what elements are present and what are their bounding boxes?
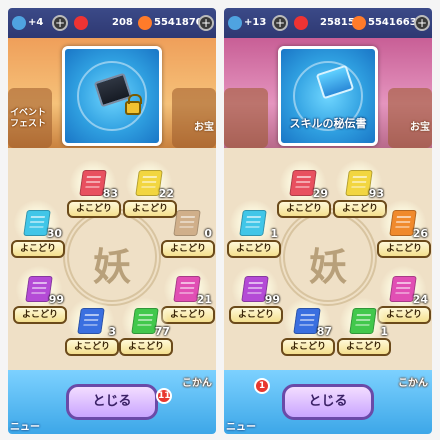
notification-badge: 1 [254, 378, 270, 394]
item-count: 24 [412, 293, 428, 306]
scroll-icon [173, 210, 201, 236]
scroll-icon [239, 210, 267, 236]
yokai-emblem: 妖 [63, 208, 161, 306]
scroll-icon [77, 308, 105, 334]
steal-button[interactable]: よこどり [119, 338, 173, 356]
item-count: 93 [368, 187, 384, 200]
steal-button[interactable]: よこどり [161, 240, 215, 258]
steal-button[interactable]: よこどり [227, 240, 281, 258]
item-board: 妖 83 よこどり 22 よこどり 30 よこどり 0 よこどり 99 よこどり… [8, 148, 216, 370]
panel-right: +13 + 25815 5541663 + お宝 スキルの秘伝書 妖 29 よこ… [224, 8, 432, 434]
medal-icon [74, 16, 88, 30]
money-icon [138, 16, 152, 30]
money-count: 5541870 [154, 17, 203, 28]
screen: +4 + 208 5541870 + イベント フェスト お宝 妖 83 よこど… [0, 0, 440, 440]
panel-left: +4 + 208 5541870 + イベント フェスト お宝 妖 83 よこど… [8, 8, 216, 434]
menu-label[interactable]: ニュー [226, 418, 256, 433]
medal-icon [294, 16, 308, 30]
notification-badge: 11 [156, 388, 172, 404]
item-slot: 87 よこどり [278, 298, 338, 360]
item-slot: 99 よこどり [10, 266, 70, 328]
status-left-value: +4 [28, 17, 44, 28]
event-label[interactable]: イベント フェスト [10, 108, 54, 130]
treasure-badge[interactable]: お宝 [194, 118, 214, 133]
steal-button[interactable]: よこどり [281, 338, 335, 356]
close-button[interactable]: とじる [282, 384, 374, 420]
steal-button[interactable]: よこどり [13, 306, 67, 324]
add-money-button[interactable]: + [198, 15, 214, 31]
status-bar: +13 + 25815 5541663 + [224, 8, 432, 38]
steal-button[interactable]: よこどり [277, 200, 331, 218]
item-slot: 83 よこどり [64, 160, 124, 222]
steal-button[interactable]: よこどり [377, 240, 431, 258]
close-button[interactable]: とじる [66, 384, 158, 420]
money-count: 5541663 [368, 17, 417, 28]
item-count: 1 [380, 325, 388, 338]
scroll-icon [349, 308, 377, 334]
item-slot: 26 よこどり [374, 200, 432, 262]
money-icon [352, 16, 366, 30]
steal-button[interactable]: よこどり [67, 200, 121, 218]
item-slot: 30 よこどり [8, 200, 68, 262]
reward-card [62, 46, 162, 146]
corner-label[interactable]: こかん [398, 374, 428, 389]
yokai-emblem: 妖 [279, 208, 377, 306]
item-count: 0 [204, 227, 212, 240]
bottom-bar: とじる ニュー 1 こかん [224, 370, 432, 434]
add-money-button[interactable]: + [414, 15, 430, 31]
item-board: 妖 29 よこどり 93 よこどり 1 よこどり 26 よこどり 99 よこどり… [224, 148, 432, 370]
item-count: 83 [102, 187, 118, 200]
item-count: 22 [158, 187, 174, 200]
item-slot: 77 よこどり [116, 298, 176, 360]
steal-button[interactable]: よこどり [65, 338, 119, 356]
scene-deco-left [224, 88, 268, 148]
item-slot: 1 よこどり [334, 298, 394, 360]
item-count: 30 [46, 227, 62, 240]
item-count: 87 [316, 325, 332, 338]
add-button[interactable]: + [52, 15, 68, 31]
item-count: 77 [154, 325, 170, 338]
steal-button[interactable]: よこどり [11, 240, 65, 258]
status-bar: +4 + 208 5541870 + [8, 8, 216, 38]
corner-label[interactable]: こかん [182, 374, 212, 389]
item-count: 29 [312, 187, 328, 200]
emblem-glyph: 妖 [308, 244, 347, 289]
item-count: 26 [412, 227, 428, 240]
item-count: 1 [270, 227, 278, 240]
lock-icon [125, 94, 142, 115]
status-left-value: +13 [244, 17, 267, 28]
steal-button[interactable]: よこどり [229, 306, 283, 324]
coin-count: 25815 [320, 17, 355, 28]
reward-card: スキルの秘伝書 [278, 46, 378, 146]
item-slot: 3 よこどり [62, 298, 122, 360]
steal-button[interactable]: よこどり [337, 338, 391, 356]
emblem-glyph: 妖 [92, 244, 131, 289]
add-button[interactable]: + [272, 15, 288, 31]
treasure-badge[interactable]: お宝 [410, 118, 430, 133]
item-slot: 1 よこどり [224, 200, 284, 262]
item-slot: 99 よこどり [226, 266, 286, 328]
bottom-bar: とじる ニュー 11 こかん [8, 370, 216, 434]
event-icon [228, 16, 242, 30]
item-count: 21 [196, 293, 212, 306]
reward-name: スキルの秘伝書 [289, 117, 367, 130]
coin-count: 208 [112, 17, 133, 28]
item-slot: 0 よこどり [158, 200, 216, 262]
item-count: 3 [108, 325, 116, 338]
event-icon [12, 16, 26, 30]
menu-label[interactable]: ニュー [10, 418, 40, 433]
